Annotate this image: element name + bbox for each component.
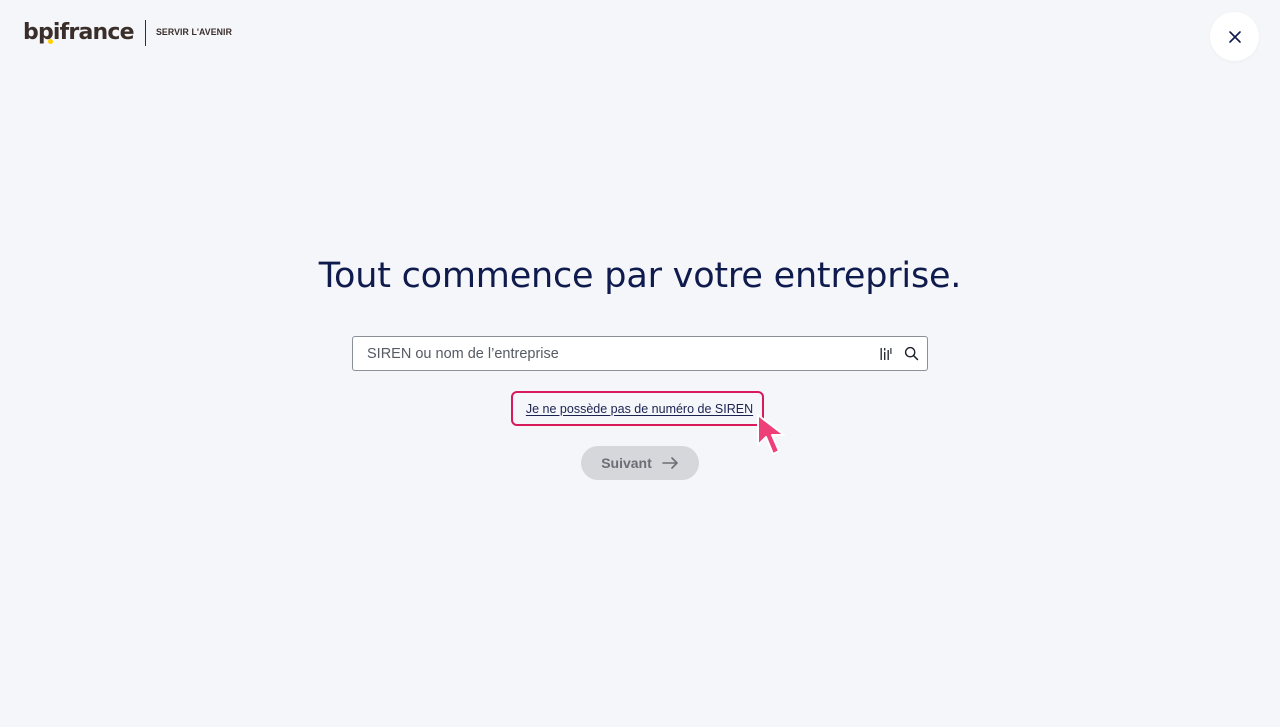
barcode-icon[interactable]	[880, 347, 892, 361]
logo-wordmark: bpifrance	[23, 20, 135, 45]
logo-tagline: SERVIR L'AVENIR	[155, 27, 232, 38]
search-icon[interactable]	[904, 346, 919, 361]
next-button-label: Suivant	[601, 455, 652, 471]
logo-dot	[48, 39, 53, 44]
no-siren-link-highlight: Je ne possède pas de numéro de SIREN	[511, 391, 764, 426]
close-icon	[1228, 30, 1241, 43]
arrow-right-icon	[661, 457, 678, 469]
page-title: Tout commence par votre entreprise.	[318, 256, 962, 296]
close-button[interactable]	[1210, 12, 1259, 61]
logo-divider	[144, 20, 146, 46]
page: bpifrance SERVIR L'AVENIR Tout commence …	[0, 0, 1280, 727]
bpifrance-logo[interactable]: bpifrance SERVIR L'AVENIR	[23, 18, 238, 48]
no-siren-link[interactable]: Je ne possède pas de numéro de SIREN	[513, 393, 762, 424]
siren-search-input[interactable]	[353, 337, 863, 370]
search-field[interactable]	[352, 336, 928, 371]
next-button[interactable]: Suivant	[581, 446, 699, 480]
pointer-cursor-icon	[757, 414, 785, 455]
